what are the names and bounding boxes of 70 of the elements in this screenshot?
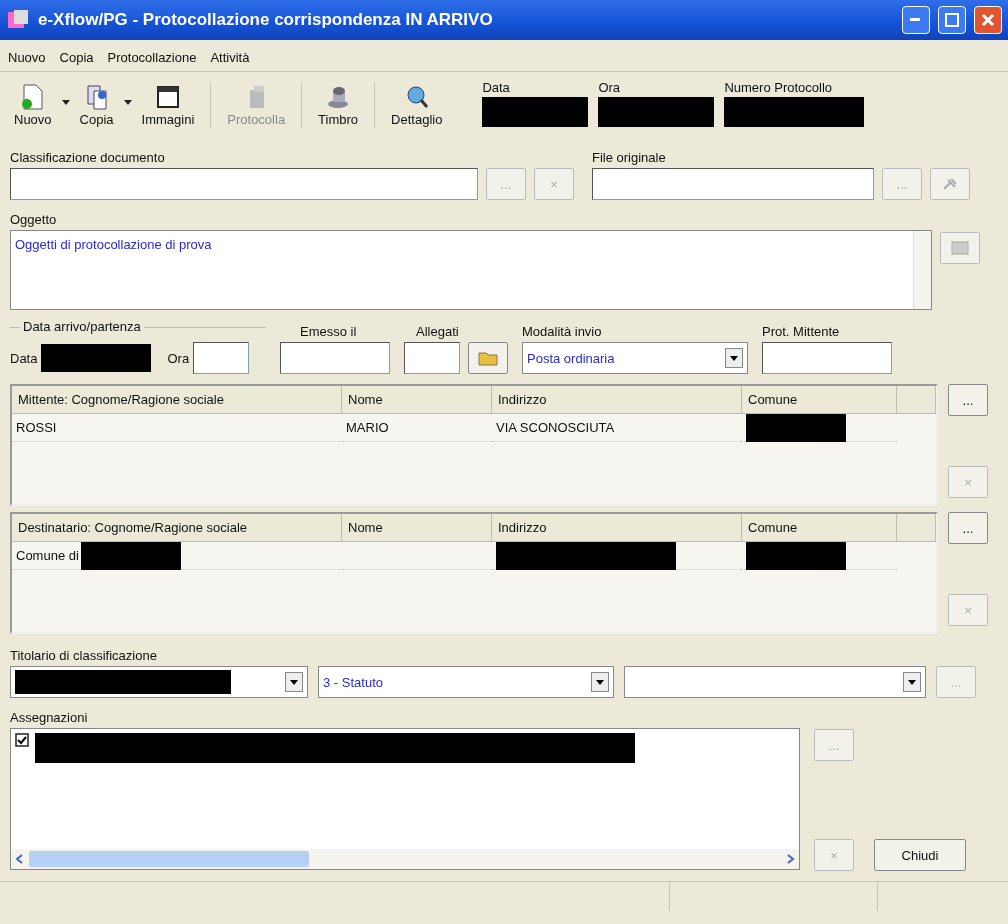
field-label: Oggetto bbox=[10, 212, 58, 227]
column-header[interactable]: Indirizzo bbox=[492, 514, 742, 542]
table-cell: Comune di bbox=[16, 548, 79, 563]
dropdown[interactable]: 3 - Statuto bbox=[318, 666, 614, 698]
column-header bbox=[897, 386, 936, 414]
scrollbar[interactable] bbox=[11, 849, 799, 869]
folder-icon bbox=[478, 350, 498, 366]
close-icon bbox=[981, 13, 995, 27]
menu-item[interactable]: Attività bbox=[210, 50, 250, 65]
toolbar-button[interactable]: Copia bbox=[73, 80, 120, 129]
field-label: Numero Protocollo bbox=[724, 80, 834, 95]
column-header[interactable]: Nome bbox=[342, 386, 492, 414]
window-title: e-Xflow/PG - Protocollazione corrispondenza IN ARRIVO bbox=[38, 10, 494, 30]
field-label: Ora bbox=[598, 80, 622, 95]
field-label: Emesso il bbox=[299, 324, 358, 339]
dropdown[interactable] bbox=[10, 666, 308, 698]
menu-item[interactable]: Nuovo bbox=[8, 50, 46, 65]
field-label: Data bbox=[10, 350, 38, 366]
open-folder-button[interactable] bbox=[468, 342, 508, 374]
maximize-button[interactable] bbox=[938, 6, 966, 34]
column-header[interactable]: Mittente: Cognome/Ragione sociale bbox=[12, 386, 342, 414]
menu-item[interactable]: Protocollazione bbox=[107, 50, 197, 65]
toolbar-button[interactable]: Nuovo bbox=[8, 80, 58, 129]
close-button[interactable] bbox=[974, 6, 1002, 34]
column-header bbox=[897, 514, 936, 542]
toolbar-button[interactable]: Dettaglio bbox=[385, 80, 449, 129]
caret-icon bbox=[725, 348, 743, 368]
field-label: File originale bbox=[592, 150, 667, 165]
toolbar-button[interactable]: Immagini bbox=[135, 80, 201, 129]
table-cell: ROSSI bbox=[16, 420, 57, 435]
toolbar-button[interactable]: Timbro bbox=[312, 80, 365, 129]
table-cell: MARIO bbox=[346, 420, 389, 435]
field-label: Assegnazioni bbox=[10, 710, 89, 725]
caret-icon bbox=[903, 672, 921, 692]
field-label: Titolario di classificazione bbox=[10, 648, 158, 663]
column-header[interactable]: Comune bbox=[742, 514, 897, 542]
field-label: Classificazione documento bbox=[10, 150, 166, 165]
input-field[interactable] bbox=[762, 342, 892, 374]
table-cell: VIA SCONOSCIUTA bbox=[496, 420, 615, 435]
column-header[interactable]: Indirizzo bbox=[492, 386, 742, 414]
maximize-icon bbox=[945, 13, 959, 27]
input-field[interactable] bbox=[193, 342, 250, 374]
input-field[interactable] bbox=[404, 342, 460, 374]
field-label: Modalità invio bbox=[522, 324, 603, 339]
text-area[interactable]: Oggetti di protocollazione di prova bbox=[10, 230, 932, 310]
column-header[interactable]: Destinatario: Cognome/Ragione sociale bbox=[12, 514, 342, 542]
caret-icon bbox=[285, 672, 303, 692]
input-field[interactable] bbox=[10, 168, 478, 200]
column-header[interactable]: Comune bbox=[742, 386, 897, 414]
browse-button[interactable]: ... bbox=[948, 384, 988, 416]
close-dialog-button[interactable]: Chiudi bbox=[874, 839, 966, 871]
menu-item[interactable]: Copia bbox=[59, 50, 94, 65]
checkbox[interactable] bbox=[15, 733, 29, 747]
browse-button[interactable]: ... bbox=[948, 512, 988, 544]
caret-icon[interactable] bbox=[123, 100, 132, 106]
group-label: Data arrivo/partenza bbox=[20, 319, 144, 334]
field-label: Prot. Mittente bbox=[762, 324, 841, 339]
spell-check-button[interactable] bbox=[940, 232, 980, 264]
dropdown[interactable]: Posta ordinaria bbox=[522, 342, 748, 374]
field-label: Data bbox=[482, 80, 511, 95]
caret-icon bbox=[591, 672, 609, 692]
input-field[interactable] bbox=[592, 168, 874, 200]
input-field[interactable] bbox=[280, 342, 390, 374]
field-label: Ora bbox=[167, 350, 190, 366]
scrollbar[interactable] bbox=[913, 231, 931, 309]
caret-icon[interactable] bbox=[61, 100, 70, 106]
minimize-button[interactable] bbox=[902, 6, 930, 34]
field-label: Allegati bbox=[415, 324, 460, 339]
minimize-icon bbox=[910, 18, 922, 22]
column-header[interactable]: Nome bbox=[342, 514, 492, 542]
